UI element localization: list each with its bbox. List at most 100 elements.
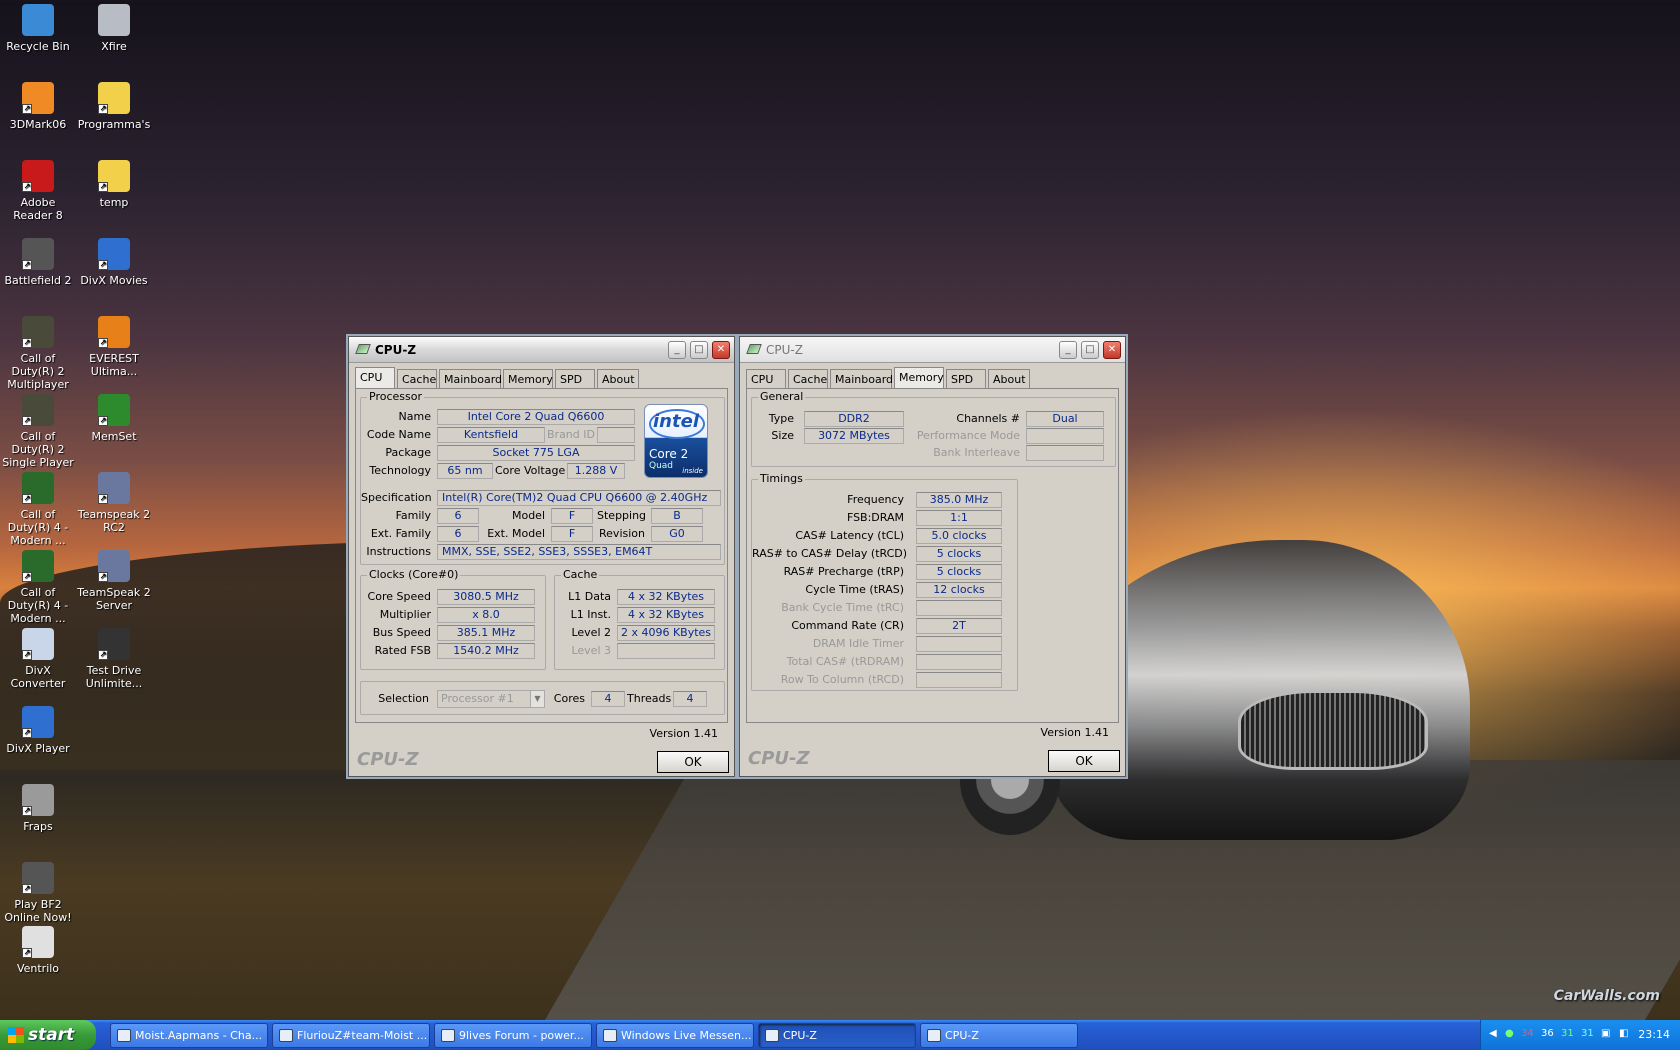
desktop-icon-label: EVEREST Ultima... [89, 352, 139, 378]
family-value: 6 [437, 508, 479, 524]
technology-label: Technology [369, 464, 431, 477]
battlefield-icon: ↗ [22, 862, 54, 894]
taskbar-button-label: Moist.Aapmans - Cha... [135, 1029, 263, 1042]
tab-about[interactable]: About [988, 369, 1030, 389]
maximize-button[interactable]: □ [690, 341, 708, 359]
desktop-icon-label: Call of Duty(R) 2 Single Player [2, 430, 74, 469]
clock[interactable]: 23:14 [1638, 1028, 1670, 1041]
desktop-icon[interactable]: ↗ MemSet [76, 392, 152, 443]
divx-icon: ↗ [98, 238, 130, 270]
tray-arrow-icon[interactable]: ◀ [1489, 1028, 1497, 1039]
desktop-icon[interactable]: Recycle Bin [0, 2, 76, 53]
desktop-icon[interactable]: ↗ DivX Converter [0, 626, 76, 690]
taskbar-button[interactable]: CPU-Z [920, 1023, 1078, 1048]
technology-value: 65 nm [437, 463, 493, 479]
taskbar-button[interactable]: 9lives Forum - power... [434, 1023, 592, 1048]
tab-cpu[interactable]: CPU [746, 369, 786, 389]
chevron-down-icon[interactable]: ▼ [530, 691, 544, 707]
ventrilo-icon: ↗ [22, 926, 54, 958]
desktop-icon[interactable]: ↗ Call of Duty(R) 4 - Modern ... [0, 548, 76, 625]
taskbar-app-icon [117, 1029, 131, 1042]
tab-about[interactable]: About [597, 369, 639, 389]
start-button[interactable]: start [0, 1020, 96, 1050]
folder-icon: ↗ [98, 82, 130, 114]
desktop-icon[interactable]: ↗ DivX Player [0, 704, 76, 755]
timing-value [916, 654, 1002, 670]
minimize-button[interactable]: _ [668, 341, 686, 359]
timing-value [916, 600, 1002, 616]
desktop-icon[interactable]: ↗ temp [76, 158, 152, 209]
close-button[interactable]: ✕ [1103, 341, 1121, 359]
level2-value: 2 x 4096 KBytes [617, 625, 715, 641]
desktop-icon[interactable]: ↗ Adobe Reader 8 [0, 158, 76, 222]
close-button[interactable]: ✕ [712, 341, 730, 359]
shortcut-arrow-icon: ↗ [98, 338, 108, 348]
battlefield-icon: ↗ [22, 238, 54, 270]
tray-volume-icon[interactable]: ◧ [1619, 1028, 1628, 1039]
tab-mainboard[interactable]: Mainboard [830, 369, 893, 389]
tray-msn-icon[interactable]: ● [1505, 1028, 1514, 1039]
core-speed-value: 3080.5 MHz [437, 589, 535, 605]
general-group: General Type DDR2 Size 3072 MBytes Chann… [751, 390, 1116, 467]
cpuz-brand-label: CPU-Z [357, 749, 419, 770]
desktop-icon[interactable]: ↗ Programma's [76, 80, 152, 131]
taskbar-app-icon [603, 1029, 617, 1042]
tab-spd[interactable]: SPD [946, 369, 986, 389]
tab-memory[interactable]: Memory [894, 367, 944, 390]
desktop-icon[interactable]: ↗ Call of Duty(R) 4 - Modern ... [0, 470, 76, 547]
tab-cache[interactable]: Cache [788, 369, 828, 389]
desktop-icon[interactable]: ↗ Battlefield 2 [0, 236, 76, 287]
desktop-icon[interactable]: ↗ Fraps [0, 782, 76, 833]
type-value: DDR2 [804, 411, 904, 427]
desktop-icon[interactable]: ↗ Play BF2 Online Now! [0, 860, 76, 924]
taskbar-button[interactable]: FluriouZ#team-Moist ... [272, 1023, 430, 1048]
tab-cache[interactable]: Cache [397, 369, 437, 389]
cores-label: Cores [553, 692, 585, 705]
desktop-icon[interactable]: ↗ Teamspeak 2 RC2 [76, 470, 152, 534]
taskbar-app-icon [279, 1029, 293, 1042]
desktop-icon[interactable]: ↗ EVEREST Ultima... [76, 314, 152, 378]
taskbar-button[interactable]: CPU-Z [758, 1023, 916, 1048]
timing-value: 2T [916, 618, 1002, 634]
tab-mainboard[interactable]: Mainboard [439, 369, 502, 389]
desktop-icon[interactable]: ↗ Call of Duty(R) 2 Multiplayer [0, 314, 76, 391]
ok-button[interactable]: OK [1048, 750, 1120, 772]
taskbar-button-label: CPU-Z [783, 1029, 817, 1042]
taskbar-button[interactable]: Moist.Aapmans - Cha... [110, 1023, 268, 1048]
cpuz-titlebar[interactable]: CPU-Z _ □ ✕ [349, 337, 734, 363]
tray-temp-1: 34 [1521, 1028, 1534, 1039]
desktop-icon[interactable]: ↗ DivX Movies [76, 236, 152, 287]
desktop-icon[interactable]: ↗ TeamSpeak 2 Server [76, 548, 152, 612]
taskbar-button-label: 9lives Forum - power... [459, 1029, 584, 1042]
maximize-button[interactable]: □ [1081, 341, 1099, 359]
specification-label: Specification [361, 491, 432, 504]
minimize-button[interactable]: _ [1059, 341, 1077, 359]
cpuz-app-icon [355, 344, 371, 354]
tab-cpu[interactable]: CPU [355, 367, 395, 390]
stepping-value: B [651, 508, 703, 524]
tab-spd[interactable]: SPD [555, 369, 595, 389]
desktop-icon-label: Recycle Bin [6, 40, 70, 53]
taskbar-button-label: Windows Live Messen... [621, 1029, 752, 1042]
ok-button[interactable]: OK [657, 751, 729, 773]
brand-id-label: Brand ID [547, 428, 595, 441]
level3-label: Level 3 [571, 644, 611, 657]
desktop-icon[interactable]: ↗ Test Drive Unlimite... [76, 626, 152, 690]
taskbar-button[interactable]: Windows Live Messen... [596, 1023, 754, 1048]
cache-group: Cache L1 Data 4 x 32 KBytes L1 Inst. 4 x… [554, 568, 725, 670]
brand-id-value [597, 427, 635, 443]
size-value: 3072 MBytes [804, 428, 904, 444]
selection-group: Selection Processor #1 ▼ Cores 4 Threads… [360, 681, 725, 715]
desktop-icon[interactable]: ↗ Ventrilo [0, 924, 76, 975]
tray-network-icon[interactable]: ▣ [1601, 1028, 1610, 1039]
desktop-icon[interactable]: ↗ 3DMark06 [0, 80, 76, 131]
l1-inst-value: 4 x 32 KBytes [617, 607, 715, 623]
core-voltage-label: Core Voltage [495, 464, 566, 477]
desktop-icon[interactable]: ↗ Call of Duty(R) 2 Single Player [0, 392, 76, 469]
everest-icon: ↗ [98, 316, 130, 348]
tab-memory[interactable]: Memory [503, 369, 553, 389]
desktop-icon[interactable]: Xfire [76, 2, 152, 53]
processor-select[interactable]: Processor #1 ▼ [437, 690, 545, 708]
tray-temp-4: 31 [1581, 1028, 1594, 1039]
cpuz-titlebar[interactable]: CPU-Z _ □ ✕ [740, 337, 1125, 363]
